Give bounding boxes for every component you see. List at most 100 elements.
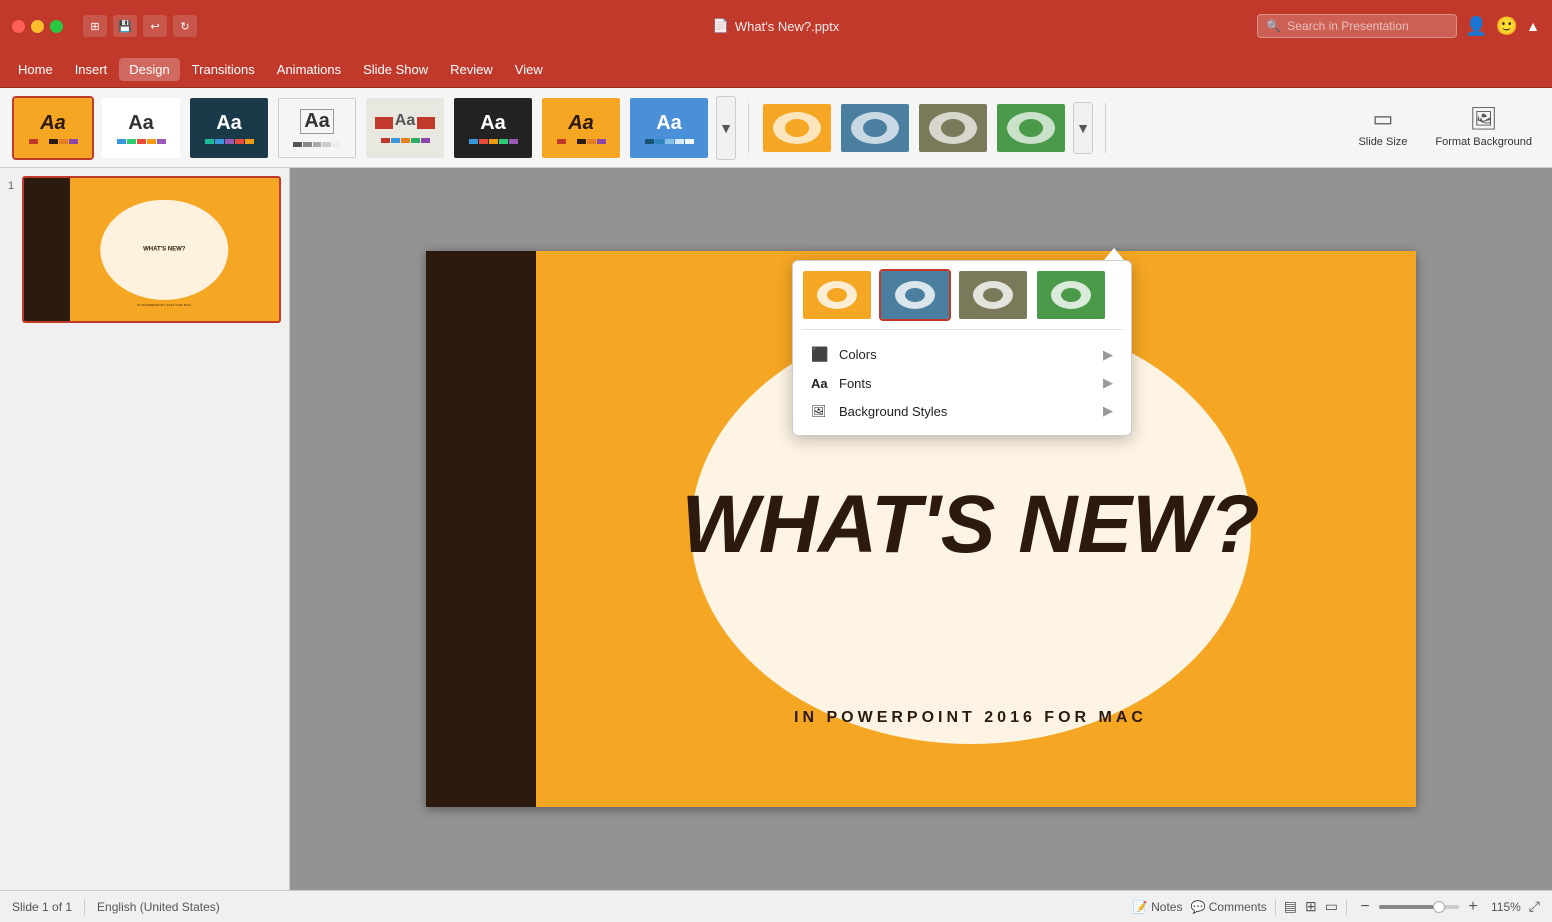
theme-item-7[interactable]: Aa (540, 96, 622, 160)
search-input[interactable] (1287, 19, 1448, 33)
notes-button[interactable]: 📝 Notes (1133, 900, 1183, 914)
theme-item-1[interactable]: Aa (12, 96, 94, 160)
status-separator-1 (84, 899, 85, 915)
slide-size-icon: ▭ (1373, 106, 1394, 132)
menu-item-design[interactable]: Design (119, 58, 179, 81)
menu-item-review[interactable]: Review (440, 58, 503, 81)
toolbar-icons: ⊞ 💾 ↩ ↻ (83, 15, 197, 37)
menu-item-insert[interactable]: Insert (65, 58, 118, 81)
collapse-icon[interactable]: ▲ (1526, 18, 1540, 34)
fonts-label: Fonts (839, 376, 872, 391)
close-button[interactable] (12, 20, 25, 33)
slide-info: Slide 1 of 1 (12, 900, 72, 914)
dropdown-theme-1[interactable] (801, 269, 873, 321)
background-icon: 🖼 (811, 404, 831, 418)
thumb-subtitle: IN POWERPOINT 2016 FOR MAC (137, 303, 191, 307)
fit-page-icon[interactable]: ⤢ (1529, 898, 1540, 915)
format-background-button[interactable]: 🖼 Format Background (1427, 102, 1540, 152)
search-box[interactable]: 🔍 (1257, 14, 1457, 38)
slide-left-bar (426, 251, 536, 807)
variant-2[interactable] (839, 102, 911, 154)
theme-item-4[interactable]: Aa (276, 96, 358, 160)
title-bar-center: 📄 What's New?.pptx (713, 18, 840, 34)
menu-item-home[interactable]: Home (8, 58, 63, 81)
zoom-in-button[interactable]: + (1463, 898, 1483, 916)
minimize-button[interactable] (31, 20, 44, 33)
language: English (United States) (97, 900, 220, 914)
slide-number: 1 (8, 176, 14, 192)
more-variants-button[interactable]: ▼ (1073, 102, 1093, 154)
format-background-icon: 🖼 (1470, 106, 1498, 132)
window-icon[interactable]: ⊞ (83, 15, 107, 37)
title-bar-right: 🔍 👤 🙂 ▲ (1257, 14, 1540, 38)
dropdown-themes (801, 269, 1123, 330)
title-bar: ⊞ 💾 ↩ ↻ 📄 What's New?.pptx 🔍 👤 🙂 ▲ (0, 0, 1552, 52)
status-bar-right: 📝 Notes 💬 Comments ▤ ⊞ ▭ − + 115% ⤢ (1133, 898, 1540, 916)
canvas-area: WHAT'S NEW? IN POWERPOINT 2016 FOR MAC (290, 168, 1552, 890)
ribbon-separator-2 (1105, 103, 1106, 153)
dropdown-theme-3[interactable] (957, 269, 1029, 321)
slide-size-button[interactable]: ▭ Slide Size (1350, 102, 1415, 152)
traffic-lights (12, 20, 63, 33)
dropdown-option-background[interactable]: 🖼 Background Styles ▶ (801, 397, 1123, 425)
theme-item-2[interactable]: Aa (100, 96, 182, 160)
zoom-level: 115% (1491, 900, 1521, 914)
status-separator-3 (1346, 899, 1347, 915)
zoom-slider-fill (1379, 905, 1439, 909)
background-chevron: ▶ (1103, 403, 1113, 419)
slide-title: WHAT'S NEW? (646, 484, 1296, 566)
zoom-out-button[interactable]: − (1355, 898, 1375, 916)
menu-item-slideshow[interactable]: Slide Show (353, 58, 438, 81)
more-themes-button[interactable]: ▼ (716, 96, 736, 160)
dropdown-options: ⬛ Colors ▶ Aa Fonts ▶ 🖼 Background Style… (801, 338, 1123, 427)
save-icon[interactable]: 💾 (113, 15, 137, 37)
zoom-control: − + (1355, 898, 1483, 916)
slide-thumb-container: 1 WHAT'S NEW? IN POWERPOINT 2016 FOR MAC (8, 176, 281, 323)
redo-icon[interactable]: ↻ (173, 15, 197, 37)
ribbon: Aa Aa Aa (0, 88, 1552, 168)
menu-item-view[interactable]: View (505, 58, 553, 81)
dropdown-theme-4[interactable] (1035, 269, 1107, 321)
zoom-slider-thumb[interactable] (1433, 901, 1445, 913)
dropdown-container: ⬛ Colors ▶ Aa Fonts ▶ 🖼 Background Style… (792, 248, 1132, 436)
variant-1[interactable] (761, 102, 833, 154)
theme-item-8[interactable]: Aa (628, 96, 710, 160)
window-title: What's New?.pptx (735, 19, 839, 34)
status-bar: Slide 1 of 1 English (United States) 📝 N… (0, 890, 1552, 922)
variant-4[interactable] (995, 102, 1067, 154)
menu-item-animations[interactable]: Animations (267, 58, 351, 81)
dropdown-arrow (1104, 248, 1124, 260)
reading-view-icon[interactable]: ▭ (1325, 898, 1338, 915)
theme-item-5[interactable]: Aa (364, 96, 446, 160)
undo-icon[interactable]: ↩ (143, 15, 167, 37)
menu-item-transitions[interactable]: Transitions (182, 58, 265, 81)
status-separator-2 (1275, 899, 1276, 915)
colors-chevron: ▶ (1103, 347, 1113, 363)
emoji-icon[interactable]: 🙂 (1496, 16, 1518, 37)
theme-item-6[interactable]: Aa (452, 96, 534, 160)
thumb-title: WHAT'S NEW? (94, 246, 234, 253)
file-icon: 📄 (713, 18, 729, 34)
ribbon-separator (748, 103, 749, 153)
background-label: Background Styles (839, 404, 947, 419)
theme-item-3[interactable]: Aa (188, 96, 270, 160)
variants-section: ▼ (761, 102, 1093, 154)
variant-3[interactable] (917, 102, 989, 154)
search-icon: 🔍 (1266, 19, 1281, 33)
account-icon[interactable]: 👤 (1465, 16, 1487, 37)
grid-view-icon[interactable]: ⊞ (1305, 898, 1317, 915)
dropdown-option-colors[interactable]: ⬛ Colors ▶ (801, 340, 1123, 369)
colors-label: Colors (839, 347, 877, 362)
slide-thumbnail[interactable]: WHAT'S NEW? IN POWERPOINT 2016 FOR MAC (22, 176, 281, 323)
slide-subtitle: IN POWERPOINT 2016 FOR MAC (794, 709, 1147, 727)
normal-view-icon[interactable]: ▤ (1284, 898, 1297, 915)
maximize-button[interactable] (50, 20, 63, 33)
slide-panel: 1 WHAT'S NEW? IN POWERPOINT 2016 FOR MAC (0, 168, 290, 890)
ribbon-right: ▭ Slide Size 🖼 Format Background (1350, 102, 1540, 152)
menu-bar: Home Insert Design Transitions Animation… (0, 52, 1552, 88)
dropdown-theme-2[interactable] (879, 269, 951, 321)
zoom-slider[interactable] (1379, 905, 1459, 909)
dropdown-option-fonts[interactable]: Aa Fonts ▶ (801, 369, 1123, 397)
comments-button[interactable]: 💬 Comments (1190, 900, 1266, 914)
colors-icon: ⬛ (811, 346, 831, 363)
